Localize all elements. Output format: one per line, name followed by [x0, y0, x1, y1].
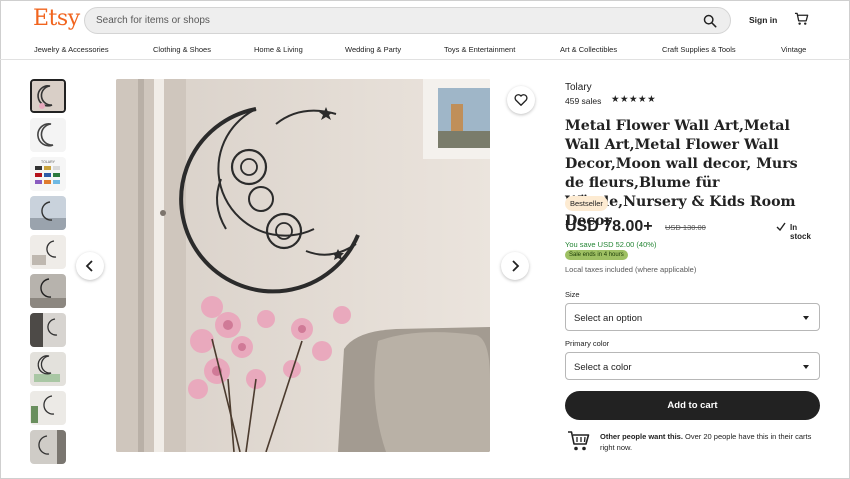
bestseller-badge: Bestseller	[565, 196, 608, 211]
caret-down-icon	[803, 365, 809, 369]
search-input[interactable]: Search for items or shops	[96, 15, 210, 26]
product-title: Metal Flower Wall Art,Metal Wall Art,Met…	[565, 118, 798, 229]
thumbnail-3-brand: TOLARY	[41, 160, 56, 164]
product-photo	[116, 79, 490, 452]
thumbnail-10[interactable]	[30, 430, 66, 464]
category-art[interactable]: Art & Collectibles	[560, 45, 617, 54]
category-home[interactable]: Home & Living	[254, 45, 303, 54]
thumbnail-6[interactable]	[30, 274, 66, 308]
search-icon[interactable]	[703, 14, 717, 28]
category-clothing[interactable]: Clothing & Shoes	[153, 45, 211, 54]
thumbnail-5[interactable]	[30, 235, 66, 269]
stock-status: In stock	[790, 223, 811, 241]
color-label: Primary color	[565, 339, 610, 348]
search-bar[interactable]: Search for items or shops	[84, 7, 731, 34]
etsy-logo[interactable]: Etsy	[33, 6, 80, 31]
check-icon	[776, 222, 786, 231]
savings-text: You save USD 52.00 (40%)	[565, 240, 657, 249]
color-select-value: Select a color	[574, 362, 632, 373]
size-label: Size	[565, 290, 580, 299]
heart-icon	[514, 94, 528, 106]
category-vintage[interactable]: Vintage	[781, 45, 806, 54]
thumbnail-8[interactable]	[30, 352, 66, 386]
next-image-button[interactable]	[501, 252, 529, 280]
category-craft[interactable]: Craft Supplies & Tools	[662, 45, 736, 54]
thumbnail-1[interactable]	[30, 79, 66, 113]
thumbnail-3[interactable]: TOLARY	[30, 157, 66, 191]
shop-name-link[interactable]: Tolary	[565, 82, 592, 93]
original-price: USD 130.00	[665, 223, 706, 232]
product-main-image[interactable]	[116, 79, 490, 452]
taxes-note: Local taxes included (where applicable)	[565, 265, 697, 274]
chevron-right-icon	[512, 260, 520, 272]
thumbnail-2[interactable]	[30, 118, 66, 152]
demand-notice: Other people want this. Over 20 people h…	[600, 431, 815, 453]
favorite-button[interactable]	[507, 86, 535, 114]
previous-image-button[interactable]	[76, 252, 104, 280]
thumbnail-7[interactable]	[30, 313, 66, 347]
size-select-value: Select an option	[574, 313, 643, 324]
site-header: Etsy Search for items or shops Sign in	[0, 0, 850, 40]
shopping-cart-icon	[568, 431, 590, 451]
thumbnail-9[interactable]	[30, 391, 66, 425]
product-price: USD 78.00+	[565, 218, 653, 235]
category-nav: Jewelry & Accessories Clothing & Shoes H…	[0, 40, 850, 60]
size-select[interactable]: Select an option	[565, 303, 820, 331]
rating-stars[interactable]: ★★★★★	[611, 94, 656, 105]
category-wedding[interactable]: Wedding & Party	[345, 45, 401, 54]
demand-notice-bold: Other people want this.	[600, 432, 683, 441]
category-jewelry[interactable]: Jewelry & Accessories	[34, 45, 109, 54]
color-select[interactable]: Select a color	[565, 352, 820, 380]
sign-in-link[interactable]: Sign in	[749, 15, 777, 25]
sale-ends-badge: Sale ends in 4 hours	[565, 250, 628, 260]
cart-icon[interactable]	[794, 12, 809, 26]
thumbnail-4[interactable]	[30, 196, 66, 230]
caret-down-icon	[803, 316, 809, 320]
chevron-left-icon	[85, 260, 93, 272]
category-toys[interactable]: Toys & Entertainment	[444, 45, 515, 54]
add-to-cart-button[interactable]: Add to cart	[565, 391, 820, 420]
sales-count: 459 sales	[565, 96, 602, 106]
